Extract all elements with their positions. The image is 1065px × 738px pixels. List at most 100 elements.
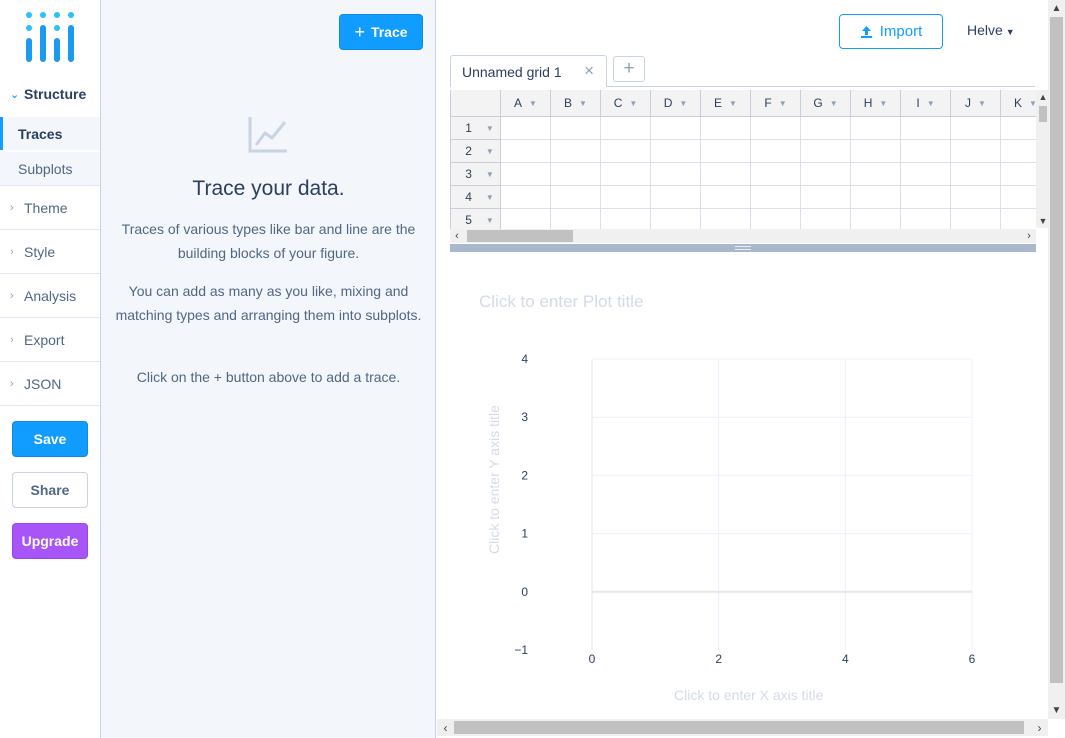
column-header[interactable]: F ▼ — [751, 90, 801, 117]
table-cell[interactable] — [951, 117, 1001, 140]
scroll-right-icon[interactable]: › — [1031, 719, 1048, 736]
table-cell[interactable] — [651, 117, 701, 140]
upgrade-button[interactable]: Upgrade — [12, 523, 88, 559]
table-cell[interactable] — [601, 163, 651, 186]
column-header[interactable]: B ▼ — [551, 90, 601, 117]
dropdown-icon[interactable]: ▼ — [486, 170, 494, 179]
table-cell[interactable] — [701, 117, 751, 140]
close-icon[interactable]: × — [584, 61, 594, 81]
main-horizontal-scrollbar[interactable]: ‹ › — [437, 719, 1048, 736]
table-cell[interactable] — [851, 186, 901, 209]
table-cell[interactable] — [701, 209, 751, 229]
table-cell[interactable] — [501, 209, 551, 229]
table-cell[interactable] — [601, 186, 651, 209]
row-header[interactable]: 3 ▼ — [450, 163, 501, 186]
nav-item-json[interactable]: › JSON — [0, 362, 100, 406]
dropdown-icon[interactable]: ▼ — [486, 124, 494, 133]
table-cell[interactable] — [901, 209, 951, 229]
table-cell[interactable] — [901, 186, 951, 209]
import-button[interactable]: Import — [839, 14, 943, 49]
table-cell[interactable] — [501, 186, 551, 209]
column-header[interactable]: I ▼ — [901, 90, 951, 117]
table-cell[interactable] — [651, 140, 701, 163]
table-cell[interactable] — [751, 117, 801, 140]
table-cell[interactable] — [651, 209, 701, 229]
table-cell[interactable] — [501, 117, 551, 140]
table-cell[interactable] — [501, 140, 551, 163]
table-cell[interactable] — [1001, 186, 1036, 209]
column-header[interactable]: H ▼ — [851, 90, 901, 117]
table-cell[interactable] — [551, 163, 601, 186]
table-cell[interactable] — [801, 117, 851, 140]
table-cell[interactable] — [901, 163, 951, 186]
nav-item-style[interactable]: › Style — [0, 230, 100, 274]
table-cell[interactable] — [701, 140, 751, 163]
nav-sub-item-subplots[interactable]: Subplots — [0, 152, 100, 186]
scroll-down-icon[interactable]: ▼ — [1048, 702, 1065, 719]
data-grid[interactable]: A ▼ B ▼ C ▼ D ▼ E ▼ F ▼ G ▼ H ▼ I ▼ J ▼ K ▼ 1 ▼ 2 ▼ 3 ▼ 4… — [450, 90, 1036, 229]
table-cell[interactable] — [901, 140, 951, 163]
table-cell[interactable] — [801, 163, 851, 186]
grid-resize-handle[interactable] — [450, 244, 1036, 252]
table-cell[interactable] — [851, 209, 901, 229]
table-cell[interactable] — [951, 140, 1001, 163]
table-cell[interactable] — [701, 163, 751, 186]
plot-area[interactable]: Click to enter Plot title 0 2 4 6 −1 0 1 2 3 4 Cl… — [437, 262, 1047, 717]
table-cell[interactable] — [551, 140, 601, 163]
table-cell[interactable] — [551, 209, 601, 229]
dropdown-icon[interactable]: ▼ — [486, 193, 494, 202]
table-cell[interactable] — [501, 163, 551, 186]
column-header[interactable]: E ▼ — [701, 90, 751, 117]
table-cell[interactable] — [1001, 117, 1036, 140]
scroll-left-icon[interactable]: ‹ — [437, 719, 454, 736]
table-cell[interactable] — [701, 186, 751, 209]
table-cell[interactable] — [751, 163, 801, 186]
scroll-left-icon[interactable]: ‹ — [450, 229, 464, 243]
table-cell[interactable] — [851, 140, 901, 163]
table-cell[interactable] — [951, 186, 1001, 209]
table-cell[interactable] — [1001, 163, 1036, 186]
nav-item-analysis[interactable]: › Analysis — [0, 274, 100, 318]
column-header[interactable]: G ▼ — [801, 90, 851, 117]
table-cell[interactable] — [1001, 209, 1036, 229]
font-select[interactable]: Helve ▼ — [967, 22, 1015, 38]
table-cell[interactable] — [951, 163, 1001, 186]
row-header[interactable]: 4 ▼ — [450, 186, 501, 209]
table-cell[interactable] — [651, 163, 701, 186]
column-header[interactable]: C ▼ — [601, 90, 651, 117]
table-cell[interactable] — [901, 117, 951, 140]
main-vertical-scrollbar[interactable]: ▲ ▼ — [1048, 0, 1065, 719]
add-trace-button[interactable]: + Trace — [339, 14, 423, 50]
tab-grid[interactable]: Unnamed grid 1 × — [450, 55, 607, 87]
share-button[interactable]: Share — [12, 472, 88, 508]
table-cell[interactable] — [551, 117, 601, 140]
dropdown-icon[interactable]: ▼ — [486, 216, 494, 225]
x-axis-title[interactable]: Click to enter X axis title — [674, 687, 823, 703]
column-header[interactable]: J ▼ — [951, 90, 1001, 117]
column-header[interactable]: A ▼ — [501, 90, 551, 117]
row-header[interactable]: 2 ▼ — [450, 140, 501, 163]
table-cell[interactable] — [851, 117, 901, 140]
grid-horizontal-scrollbar[interactable]: ‹ › — [450, 229, 1036, 243]
table-cell[interactable] — [851, 163, 901, 186]
table-cell[interactable] — [601, 117, 651, 140]
table-cell[interactable] — [551, 186, 601, 209]
add-grid-button[interactable]: + — [613, 56, 645, 82]
nav-item-theme[interactable]: › Theme — [0, 186, 100, 230]
table-cell[interactable] — [1001, 140, 1036, 163]
nav-sub-item-traces[interactable]: Traces — [0, 117, 100, 150]
scroll-right-icon[interactable]: › — [1022, 229, 1036, 243]
table-cell[interactable] — [751, 186, 801, 209]
table-cell[interactable] — [801, 140, 851, 163]
y-axis-title[interactable]: Click to enter Y axis title — [486, 405, 502, 554]
table-cell[interactable] — [601, 140, 651, 163]
dropdown-icon[interactable]: ▼ — [486, 147, 494, 156]
table-cell[interactable] — [751, 209, 801, 229]
table-cell[interactable] — [801, 209, 851, 229]
column-header[interactable]: D ▼ — [651, 90, 701, 117]
save-button[interactable]: Save — [12, 421, 88, 457]
row-header[interactable]: 5 ▼ — [450, 209, 501, 229]
table-cell[interactable] — [651, 186, 701, 209]
nav-structure[interactable]: ⌄ Structure — [0, 72, 100, 116]
row-header[interactable]: 1 ▼ — [450, 117, 501, 140]
